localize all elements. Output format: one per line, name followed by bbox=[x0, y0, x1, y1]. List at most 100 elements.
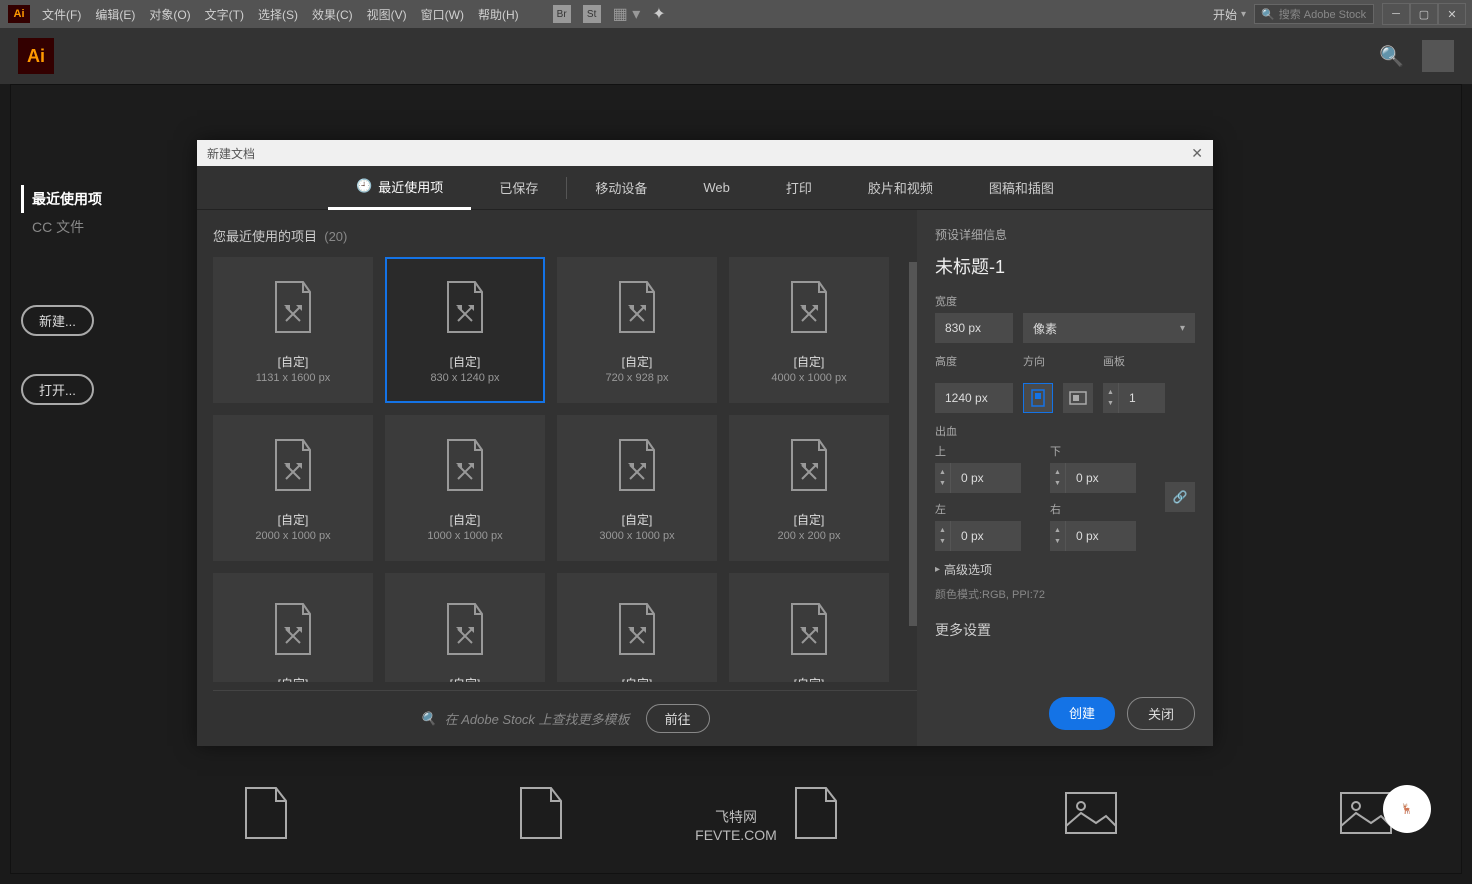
dialog-close-button[interactable]: ✕ bbox=[1191, 145, 1203, 162]
bleed-top-input[interactable]: 0 px bbox=[951, 463, 1021, 493]
new-document-dialog: 新建文档 ✕ 🕘最近使用项 已保存 移动设备 Web 打印 胶片和视频 图稿和插… bbox=[197, 140, 1213, 746]
document-name[interactable]: 未标题-1 bbox=[935, 253, 1195, 279]
menu-edit[interactable]: 编辑(E) bbox=[95, 6, 135, 23]
bleed-left-stepper[interactable]: ▲▼ bbox=[935, 521, 951, 551]
dialog-titlebar: 新建文档 ✕ bbox=[197, 140, 1213, 166]
orientation-portrait-button[interactable] bbox=[1023, 383, 1053, 413]
preset-label: [自定] bbox=[794, 675, 825, 683]
app-logo-large: Ai bbox=[18, 38, 54, 74]
preset-dimensions: 4000 x 1000 px bbox=[771, 372, 846, 384]
bleed-bottom-stepper[interactable]: ▲▼ bbox=[1050, 463, 1066, 493]
preset-label: [自定] bbox=[622, 675, 653, 683]
bleed-right-stepper[interactable]: ▲▼ bbox=[1050, 521, 1066, 551]
close-window-button[interactable]: ✕ bbox=[1438, 3, 1466, 25]
menu-view[interactable]: 视图(V) bbox=[367, 6, 407, 23]
preset-card[interactable]: [自定] bbox=[729, 573, 889, 682]
scrollbar[interactable] bbox=[909, 262, 917, 626]
menu-type[interactable]: 文字(T) bbox=[205, 6, 244, 23]
preset-card[interactable]: [自定] 1000 x 1000 px bbox=[385, 415, 545, 561]
bridge-icon[interactable]: Br bbox=[553, 5, 571, 23]
tab-web[interactable]: Web bbox=[675, 166, 758, 210]
more-settings-button[interactable]: 更多设置 bbox=[935, 620, 1195, 640]
preset-card[interactable]: [自定] 200 x 200 px bbox=[729, 415, 889, 561]
app-logo-small: Ai bbox=[8, 5, 30, 23]
bleed-top-label: 上 bbox=[935, 443, 1030, 459]
start-sidebar: 最近使用项 CC 文件 新建... 打开... bbox=[21, 185, 181, 405]
preset-card[interactable]: [自定]2000 x 1000 px bbox=[213, 415, 373, 561]
bleed-right-input[interactable]: 0 px bbox=[1066, 521, 1136, 551]
secondary-bar: Ai 🔍 bbox=[0, 28, 1472, 84]
menu-file[interactable]: 文件(F) bbox=[42, 6, 81, 23]
search-icon: 🔍 bbox=[420, 711, 436, 727]
image-icon bbox=[1056, 778, 1126, 848]
adobe-stock-search[interactable]: 🔍搜索 Adobe Stock bbox=[1254, 4, 1374, 24]
preset-label: [自定] bbox=[794, 511, 825, 528]
menu-window[interactable]: 窗口(W) bbox=[421, 6, 464, 23]
user-avatar[interactable] bbox=[1422, 40, 1454, 72]
watermark-text: 飞特网 FEVTE.COM bbox=[695, 807, 777, 843]
preset-label: [自定] bbox=[450, 511, 481, 528]
tab-saved[interactable]: 已保存 bbox=[471, 166, 566, 210]
create-button[interactable]: 创建 bbox=[1049, 697, 1115, 730]
preset-dimensions: 1000 x 1000 px bbox=[427, 530, 502, 542]
artboards-input[interactable]: 1 bbox=[1119, 383, 1165, 413]
artboards-label: 画板 bbox=[1103, 353, 1125, 369]
chevron-right-icon: ▸ bbox=[935, 564, 940, 575]
tab-recent[interactable]: 🕘最近使用项 bbox=[328, 166, 471, 210]
link-bleed-icon[interactable]: 🔗 bbox=[1165, 482, 1195, 512]
stock-go-button[interactable]: 前往 bbox=[646, 704, 710, 733]
preset-card[interactable]: [自定] bbox=[213, 573, 373, 682]
bleed-bottom-label: 下 bbox=[1050, 443, 1145, 459]
tab-print[interactable]: 打印 bbox=[758, 166, 840, 210]
preset-label: [自定] bbox=[278, 511, 309, 528]
workspace-switcher-icon[interactable]: ▦ ▾ bbox=[613, 4, 641, 24]
preset-details-panel: 预设详细信息 未标题-1 宽度 830 px 像素▾ 高度 方向 画板 1240… bbox=[917, 210, 1213, 746]
orientation-landscape-button[interactable] bbox=[1063, 383, 1093, 413]
bleed-left-input[interactable]: 0 px bbox=[951, 521, 1021, 551]
sidebar-item-recent[interactable]: 最近使用项 bbox=[21, 185, 181, 213]
close-button[interactable]: 关闭 bbox=[1127, 697, 1195, 730]
preset-dimensions: 200 x 200 px bbox=[778, 530, 841, 542]
preset-card[interactable]: [自定]4000 x 1000 px bbox=[729, 257, 889, 403]
width-input[interactable]: 830 px bbox=[935, 313, 1013, 343]
background-recent-items bbox=[231, 763, 1401, 863]
tab-film-video[interactable]: 胶片和视频 bbox=[840, 166, 961, 210]
preset-label: [自定] bbox=[622, 511, 653, 528]
menu-effect[interactable]: 效果(C) bbox=[312, 6, 353, 23]
preset-card[interactable]: [自定]830 x 1240 px bbox=[385, 257, 545, 403]
sidebar-item-cc-files[interactable]: CC 文件 bbox=[21, 213, 181, 241]
dialog-title-text: 新建文档 bbox=[207, 145, 255, 162]
menu-help[interactable]: 帮助(H) bbox=[478, 6, 519, 23]
height-input[interactable]: 1240 px bbox=[935, 383, 1013, 413]
clock-icon: 🕘 bbox=[356, 178, 372, 194]
artboards-stepper[interactable]: ▲▼ bbox=[1103, 383, 1119, 413]
bleed-bottom-input[interactable]: 0 px bbox=[1066, 463, 1136, 493]
open-button[interactable]: 打开... bbox=[21, 374, 94, 405]
chevron-down-icon: ▾ bbox=[1180, 323, 1185, 334]
preset-label: [自定] bbox=[622, 353, 653, 370]
preset-card[interactable]: [自定] bbox=[385, 573, 545, 682]
stock-icon[interactable]: St bbox=[583, 5, 601, 23]
arrange-icon[interactable]: ✦ bbox=[652, 4, 665, 24]
new-button[interactable]: 新建... bbox=[21, 305, 94, 336]
preset-card[interactable]: [自定]720 x 928 px bbox=[557, 257, 717, 403]
unit-dropdown[interactable]: 像素▾ bbox=[1023, 313, 1195, 343]
bleed-right-label: 右 bbox=[1050, 501, 1145, 517]
maximize-button[interactable]: ▢ bbox=[1410, 3, 1438, 25]
preset-card[interactable]: [自定] bbox=[557, 573, 717, 682]
preset-card[interactable]: [自定]3000 x 1000 px bbox=[557, 415, 717, 561]
preset-dimensions: 830 x 1240 px bbox=[430, 372, 499, 384]
preset-label: [自定] bbox=[450, 675, 481, 683]
tab-mobile[interactable]: 移动设备 bbox=[567, 166, 675, 210]
bleed-top-stepper[interactable]: ▲▼ bbox=[935, 463, 951, 493]
recent-items-header: 您最近使用的项目 (20) bbox=[213, 226, 917, 245]
preset-card[interactable]: [自定]1131 x 1600 px bbox=[213, 257, 373, 403]
menu-select[interactable]: 选择(S) bbox=[258, 6, 298, 23]
minimize-button[interactable]: ─ bbox=[1382, 3, 1410, 25]
stock-search-field[interactable]: 🔍在 Adobe Stock 上查找更多模板 bbox=[420, 709, 629, 728]
search-icon[interactable]: 🔍 bbox=[1379, 44, 1404, 69]
menu-object[interactable]: 对象(O) bbox=[149, 6, 190, 23]
advanced-options-toggle[interactable]: ▸高级选项 bbox=[935, 561, 1195, 578]
tab-art-illustration[interactable]: 图稿和插图 bbox=[961, 166, 1082, 210]
start-button[interactable]: 开始▾ bbox=[1213, 6, 1246, 23]
